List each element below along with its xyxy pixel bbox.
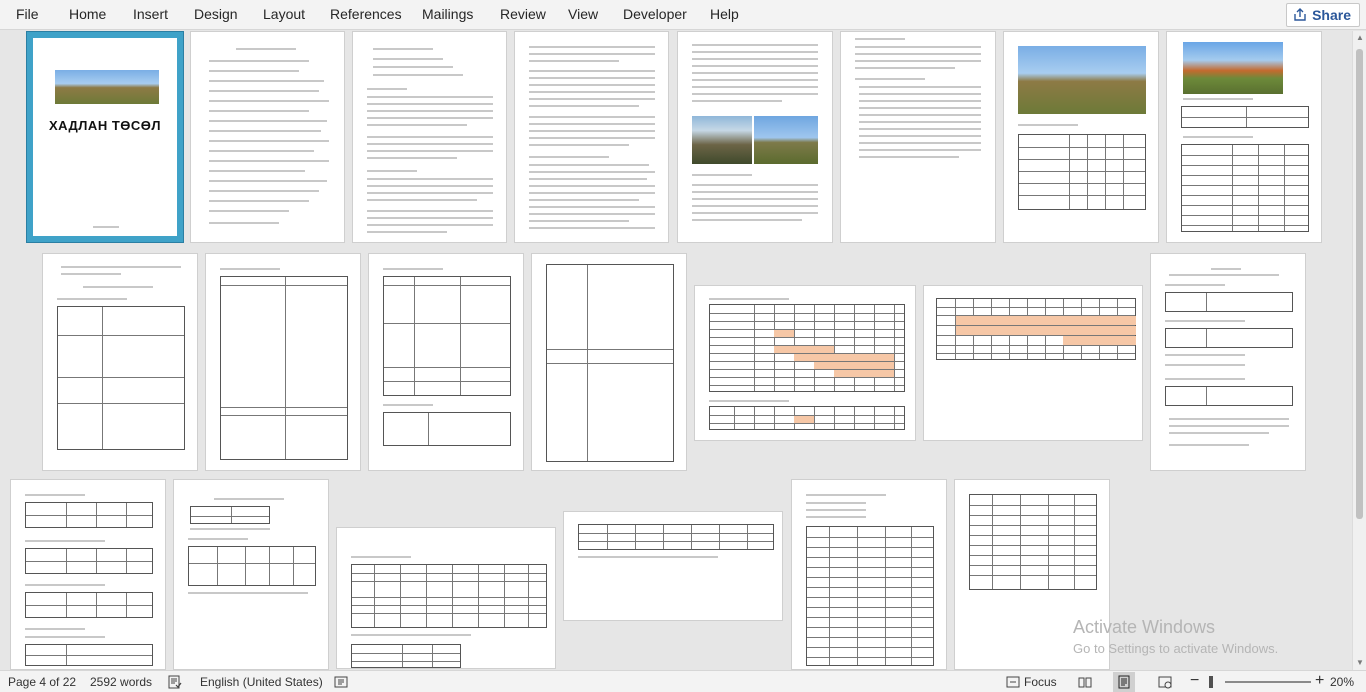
table bbox=[709, 406, 905, 430]
scroll-down-icon[interactable]: ▼ bbox=[1353, 656, 1366, 670]
page-19-landscape[interactable] bbox=[563, 511, 783, 621]
page-20[interactable] bbox=[791, 479, 947, 670]
table bbox=[1181, 106, 1309, 128]
table bbox=[220, 276, 348, 460]
page-8[interactable] bbox=[1166, 31, 1322, 243]
word-count[interactable]: 2592 words bbox=[90, 671, 152, 692]
table bbox=[351, 564, 547, 628]
table bbox=[578, 524, 774, 550]
page-14-landscape[interactable] bbox=[923, 285, 1143, 441]
cover-photo bbox=[55, 70, 159, 104]
table bbox=[25, 592, 153, 618]
tab-developer[interactable]: Developer bbox=[623, 0, 687, 30]
page-12[interactable] bbox=[531, 253, 687, 471]
page-4[interactable] bbox=[514, 31, 669, 243]
table bbox=[383, 276, 511, 396]
page-18-landscape[interactable] bbox=[336, 527, 556, 669]
table bbox=[25, 502, 153, 528]
zoom-slider[interactable] bbox=[1225, 681, 1311, 683]
photo bbox=[692, 116, 752, 164]
zoom-in-icon[interactable]: + bbox=[1315, 671, 1324, 692]
page-15[interactable] bbox=[1150, 253, 1306, 471]
page-13-landscape[interactable] bbox=[694, 285, 916, 441]
zoom-out-icon[interactable]: − bbox=[1190, 671, 1199, 692]
cover-inner: ХАДЛАН ТӨСӨЛ bbox=[33, 38, 177, 236]
zoom-slider-thumb[interactable] bbox=[1209, 676, 1213, 688]
tab-insert[interactable]: Insert bbox=[133, 0, 168, 30]
document-canvas[interactable]: ХАДЛАН ТӨСӨЛ bbox=[0, 31, 1352, 670]
share-icon bbox=[1293, 8, 1307, 22]
zoom-level[interactable]: 20% bbox=[1330, 671, 1354, 692]
activation-watermark: Activate Windows Go to Settings to activ… bbox=[1073, 617, 1278, 656]
tab-design[interactable]: Design bbox=[194, 0, 238, 30]
page-3[interactable] bbox=[352, 31, 507, 243]
table bbox=[1018, 134, 1146, 210]
page-5[interactable] bbox=[677, 31, 833, 243]
tab-mailings[interactable]: Mailings bbox=[422, 0, 473, 30]
watermark-subtitle: Go to Settings to activate Windows. bbox=[1073, 641, 1279, 656]
table bbox=[969, 494, 1097, 590]
photo bbox=[1018, 46, 1146, 114]
table bbox=[546, 264, 674, 462]
table bbox=[1165, 386, 1293, 406]
tab-view[interactable]: View bbox=[568, 0, 598, 30]
table bbox=[188, 546, 316, 586]
table bbox=[709, 304, 905, 392]
table bbox=[806, 526, 934, 666]
page-cover[interactable]: ХАДЛАН ТӨСӨЛ bbox=[26, 31, 184, 243]
table bbox=[25, 548, 153, 574]
table bbox=[1165, 328, 1293, 348]
table bbox=[25, 644, 153, 666]
photo bbox=[754, 116, 818, 164]
page-6[interactable] bbox=[840, 31, 996, 243]
scrollbar-thumb[interactable] bbox=[1356, 49, 1363, 519]
print-layout-icon[interactable] bbox=[1117, 675, 1131, 689]
page-7[interactable] bbox=[1003, 31, 1159, 243]
watermark-title: Activate Windows bbox=[1073, 617, 1216, 637]
read-mode-icon[interactable] bbox=[1078, 675, 1092, 689]
tab-file[interactable]: File bbox=[16, 0, 39, 30]
table bbox=[57, 306, 185, 450]
tab-layout[interactable]: Layout bbox=[263, 0, 305, 30]
table bbox=[351, 644, 461, 668]
table bbox=[936, 298, 1136, 360]
ribbon-tabs: File Home Insert Design Layout Reference… bbox=[0, 0, 1366, 30]
page-count[interactable]: Page 4 of 22 bbox=[8, 671, 76, 692]
share-button[interactable]: Share bbox=[1286, 3, 1360, 27]
status-bar: Page 4 of 22 2592 words English (United … bbox=[0, 670, 1366, 692]
tab-review[interactable]: Review bbox=[500, 0, 546, 30]
proofing-icon[interactable] bbox=[168, 675, 182, 689]
scroll-up-icon[interactable]: ▲ bbox=[1353, 31, 1366, 45]
focus-mode-button[interactable]: Focus bbox=[1024, 671, 1057, 692]
vertical-scrollbar[interactable]: ▲ ▼ bbox=[1352, 31, 1366, 670]
focus-icon[interactable] bbox=[1006, 675, 1020, 689]
cover-title: ХАДЛАН ТӨСӨЛ bbox=[49, 118, 161, 133]
table bbox=[190, 506, 270, 524]
page-16[interactable] bbox=[10, 479, 166, 670]
web-layout-icon[interactable] bbox=[1158, 675, 1172, 689]
page-9[interactable] bbox=[42, 253, 198, 471]
tab-help[interactable]: Help bbox=[710, 0, 739, 30]
page-10[interactable] bbox=[205, 253, 361, 471]
table bbox=[1165, 292, 1293, 312]
photo bbox=[1183, 42, 1283, 94]
page-2[interactable] bbox=[190, 31, 345, 243]
language-indicator[interactable]: English (United States) bbox=[200, 671, 323, 692]
tab-home[interactable]: Home bbox=[69, 0, 106, 30]
accessibility-icon[interactable] bbox=[334, 675, 348, 689]
tab-references[interactable]: References bbox=[330, 0, 402, 30]
page-11[interactable] bbox=[368, 253, 524, 471]
page-17[interactable] bbox=[173, 479, 329, 670]
share-label: Share bbox=[1312, 7, 1351, 23]
table bbox=[383, 412, 511, 446]
table bbox=[1181, 144, 1309, 232]
